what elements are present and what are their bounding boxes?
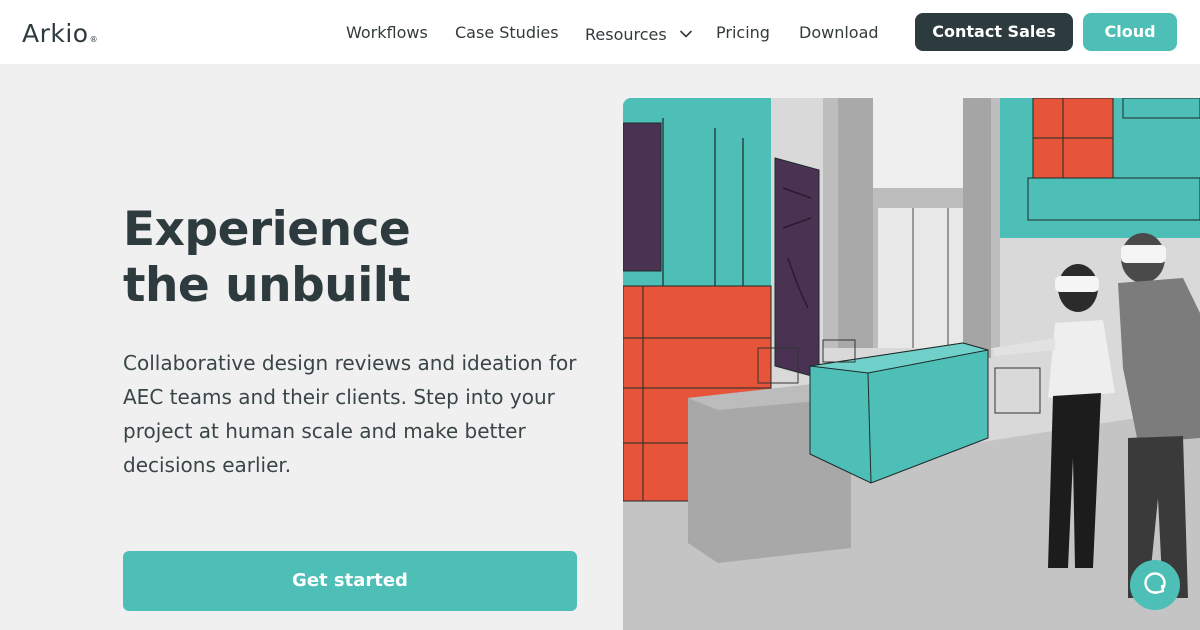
nav-pricing-label: Pricing [716,23,770,42]
vr-design-review-illustration [623,98,1200,630]
chat-bubble-icon [1141,569,1169,601]
arkio-logo[interactable]: Arkio ® [22,18,98,48]
registered-mark: ® [89,35,98,44]
hero-image [623,98,1200,630]
hero-title-line-2: the unbuilt [123,258,411,313]
chevron-down-icon [680,20,692,46]
hero-title: Experience the unbuilt [123,202,411,314]
hero-title-line-1: Experience [123,202,411,257]
nav-workflows-label: Workflows [346,23,428,42]
contact-sales-button[interactable]: Contact Sales [915,13,1073,51]
nav-download[interactable]: Download [799,20,879,46]
nav-resources-label: Resources [585,25,667,44]
nav-workflows[interactable]: Workflows [346,20,428,46]
nav-pricing[interactable]: Pricing [716,20,770,46]
nav-case-studies-label: Case Studies [455,23,559,42]
chat-widget-button[interactable] [1130,560,1180,610]
nav-resources[interactable]: Resources [585,20,692,48]
cloud-button[interactable]: Cloud [1083,13,1177,51]
site-header: Arkio ® Workflows Case Studies Resources… [0,0,1200,64]
get-started-button[interactable]: Get started [123,551,577,611]
nav-download-label: Download [799,23,879,42]
logo-wordmark: Arkio [22,19,89,48]
hero-description: Collaborative design reviews and ideatio… [123,351,577,477]
nav-case-studies[interactable]: Case Studies [455,20,559,46]
